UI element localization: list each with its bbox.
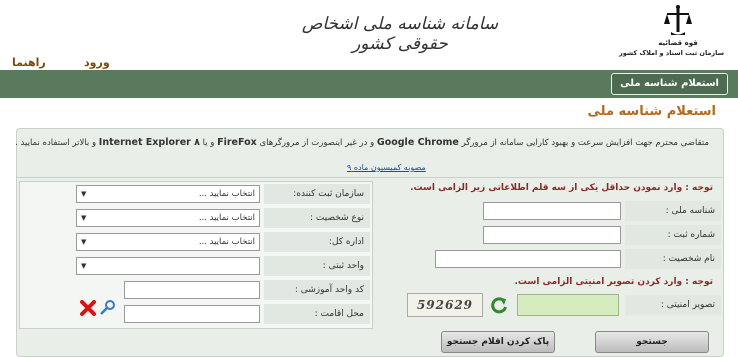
edu-unit-input[interactable] [124,281,260,299]
reg-no-input[interactable] [483,226,621,244]
org-name: سازمان ثبت اسناد و املاک کشور [618,49,724,57]
national-id-row: شناسه ملی : [379,201,721,221]
clear-icon[interactable] [79,299,97,317]
captcha-row: تصویر امنیتی : [621,295,721,315]
entity-type-value: انتخاب نمایید ... [198,213,255,223]
entity-type-row: نوع شخصیت : انتخاب نمایید ... ▼ [20,208,372,228]
header: قوه قضائیه سازمان ثبت اسناد و املاک کشور… [0,0,738,70]
org-short-name: قوه قضائیه [658,39,698,47]
residence-label: محل اقامت : [264,304,370,324]
entity-type-label: نوع شخصیت : [264,208,370,228]
chevron-down-icon: ▼ [81,190,87,198]
page-title: استعلام شناسه ملی [587,104,716,119]
chevron-down-icon: ▼ [81,238,87,246]
reg-unit-select[interactable]: ▼ [76,257,260,275]
residence-input[interactable] [124,305,260,323]
search-panel: متقاضی محترم جهت افزایش سرعت و بهبود کار… [15,128,724,357]
notice-text-start: متقاضی محترم جهت افزایش سرعت و بهبود کار… [461,138,709,148]
captcha-image: 592629 [407,293,483,317]
id-fields-section: توجه : وارد نمودن حداقل یکی از سه قلم اط… [379,181,721,327]
divider [17,177,723,178]
law-link[interactable]: مصوبه کمیسیون ماده ۹ [347,163,426,172]
captcha-label: تصویر امنیتی : [625,295,721,315]
entity-name-input[interactable] [435,250,621,268]
chevron-down-icon: ▼ [81,262,87,270]
national-id-label: شناسه ملی : [625,201,721,221]
help-link[interactable]: راهنما [12,56,46,69]
notice-firefox: FireFox [217,137,257,148]
entity-type-select[interactable]: انتخاب نمایید ... ▼ [76,209,260,227]
chevron-down-icon: ▼ [81,214,87,222]
site-title: سامانه شناسه ملی اشخاص حقوقی کشور [301,14,499,54]
refresh-captcha-icon[interactable] [489,295,509,315]
entity-name-label: نام شخصیت : [625,249,721,269]
notice-text-mid: و در غیر اینصورت از مرورگرهای [259,138,375,148]
registrar-value: انتخاب نمایید ... [198,189,255,199]
registrar-select[interactable]: انتخاب نمایید ... ▼ [76,185,260,203]
requirement-note-1: توجه : وارد نمودن حداقل یکی از سه قلم اط… [410,183,713,193]
edu-unit-label: کد واحد آموزشی : [264,280,370,300]
notice-ie: Internet Explorer ۸ [98,137,200,148]
notice-text-end: و بالاتر استفاده نمایید . [15,138,97,148]
nav-bar: استعلام شناسه ملی [0,70,738,98]
registrar-row: سازمان ثبت کننده: انتخاب نمایید ... ▼ [20,184,372,204]
reg-no-label: شماره ثبت : [625,225,721,245]
registrar-label: سازمان ثبت کننده: [264,184,370,204]
reg-no-row: شماره ثبت : [379,225,721,245]
entity-name-row: نام شخصیت : [379,249,721,269]
search-button[interactable]: جستجو [595,331,709,353]
clear-search-button[interactable]: پاک کردن اقلام جستجو [441,331,555,353]
notice-text-or: و یا [202,138,215,148]
judiciary-logo: قوه قضائیه سازمان ثبت اسناد و املاک کشور [618,4,724,66]
requirement-note-2: توجه : وارد کردن تصویر امنیتی الزامی است… [514,277,713,287]
general-office-select[interactable]: انتخاب نمایید ... ▼ [76,233,260,251]
edu-unit-row: کد واحد آموزشی : [20,280,372,300]
reg-unit-label: واحد ثبتی : [264,256,370,276]
emblem-icon [663,4,693,38]
national-id-input[interactable] [483,202,621,220]
residence-row: محل اقامت : [20,304,372,324]
filter-fields-section: سازمان ثبت کننده: انتخاب نمایید ... ▼ نوع… [19,181,373,329]
general-office-row: اداره کل: انتخاب نمایید ... ▼ [20,232,372,252]
search-lookup-icon[interactable] [99,299,117,317]
browser-notice: متقاضی محترم جهت افزایش سرعت و بهبود کار… [15,137,709,148]
login-link[interactable]: ورود [84,56,110,69]
captcha-input[interactable] [517,294,619,316]
reg-unit-row: واحد ثبتی : ▼ [20,256,372,276]
general-office-value: انتخاب نمایید ... [198,237,255,247]
general-office-label: اداره کل: [264,232,370,252]
tab-national-id-inquiry[interactable]: استعلام شناسه ملی [611,73,728,95]
notice-chrome: Google Chrome [376,137,459,148]
